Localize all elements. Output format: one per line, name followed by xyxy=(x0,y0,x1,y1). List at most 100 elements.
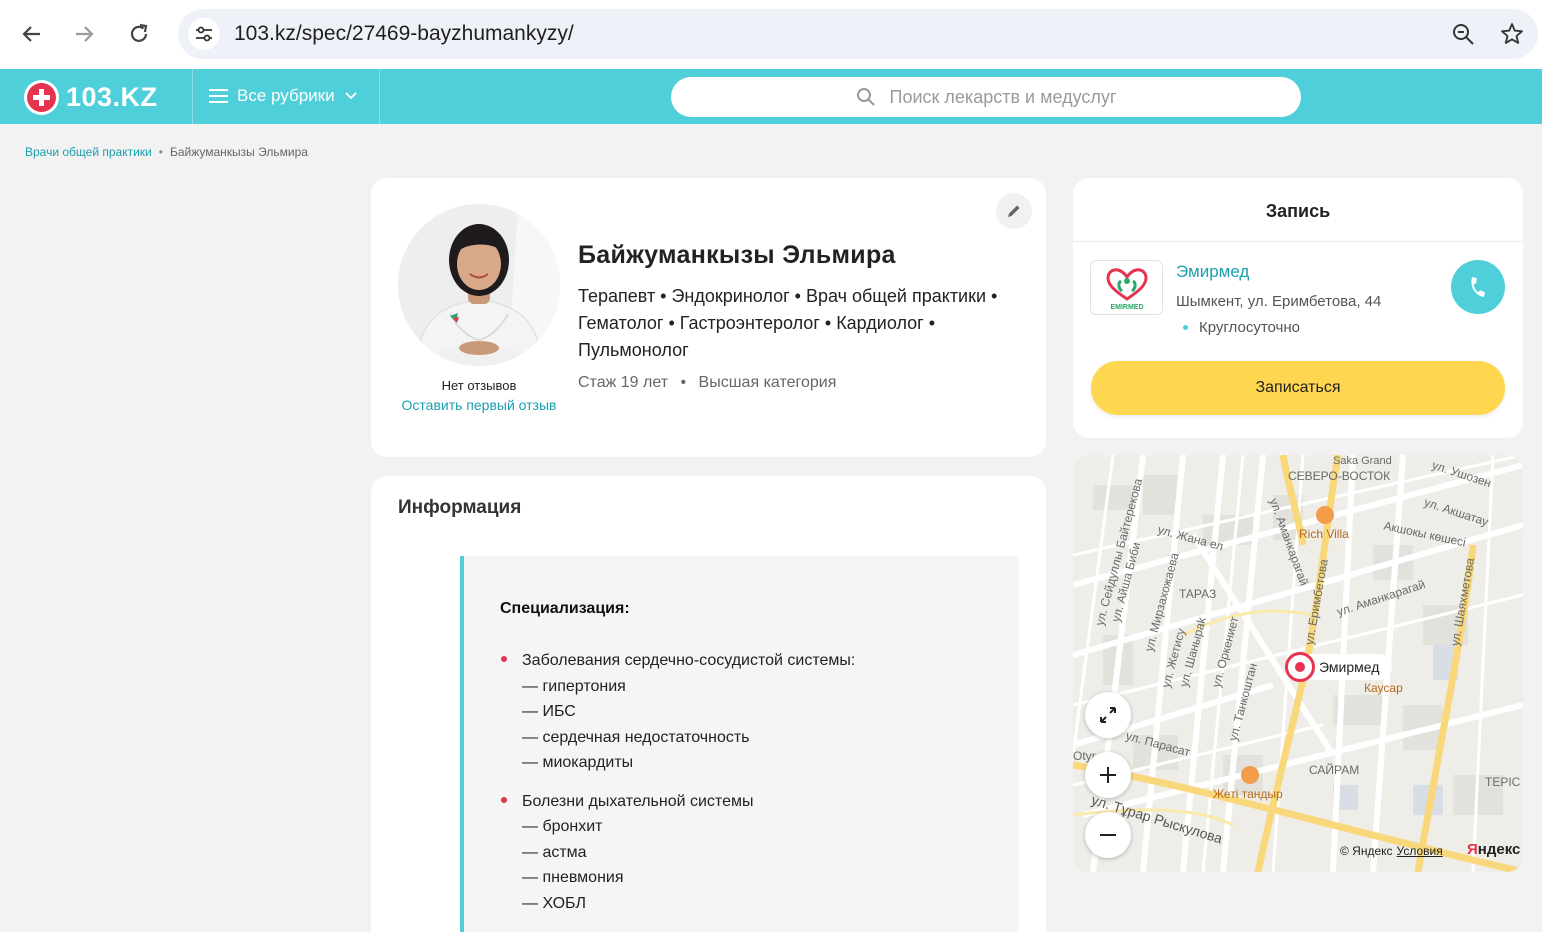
information-card: Информация Специализация: Заболевания се… xyxy=(371,476,1046,932)
booking-card: Запись EMIRMED Эмирмед Шымкент, ул. Ерим… xyxy=(1073,178,1523,438)
reload-icon xyxy=(130,23,148,42)
list-item: Болезни дыхательной системы — бронхит — … xyxy=(500,789,855,917)
red-cross-icon xyxy=(24,79,59,115)
bullet-icon xyxy=(501,796,507,803)
list-item-title: Заболевания сердечно-сосудистой системы: xyxy=(522,652,856,669)
site-settings-button[interactable] xyxy=(188,18,220,50)
booking-title: Запись xyxy=(1265,201,1331,221)
search-placeholder: Поиск лекарств и медуслуг xyxy=(889,86,1117,107)
clinic-logo[interactable]: EMIRMED xyxy=(1090,260,1163,315)
plus-icon xyxy=(1100,767,1116,783)
tune-icon xyxy=(196,26,212,42)
map-label: ТЕРІС xyxy=(1485,775,1521,789)
edit-button[interactable] xyxy=(996,193,1032,229)
menu-icon xyxy=(209,89,228,103)
map-label: Rich Villa xyxy=(1299,527,1349,541)
phone-icon xyxy=(1471,277,1485,297)
map-label: Жеті тандыр xyxy=(1213,787,1283,801)
breadcrumb-separator: • xyxy=(158,145,163,159)
reload-button[interactable] xyxy=(119,14,159,54)
yandex-logo-rest: ндекс xyxy=(1477,841,1521,858)
browser-toolbar: 103.kz/spec/27469-bayzhumankyzy/ xyxy=(0,0,1542,69)
url-text[interactable]: 103.kz/spec/27469-bayzhumankyzy/ xyxy=(234,22,574,46)
list-item: Заболевания сердечно-сосудистой системы:… xyxy=(500,648,855,776)
zoom-button[interactable] xyxy=(1450,21,1476,47)
clinic-address: Шымкент, ул. Еримбетова, 44 xyxy=(1176,293,1382,310)
experience-years: Стаж 19 лет xyxy=(578,374,669,391)
clinic-heart-logo: EMIRMED xyxy=(1106,268,1148,311)
list-subitem: — бронхит xyxy=(522,818,603,835)
bullet-icon xyxy=(501,656,507,662)
book-appointment-button[interactable]: Записаться xyxy=(1091,361,1505,415)
back-button[interactable] xyxy=(12,14,52,54)
map-label: Saka Grand xyxy=(1333,455,1392,467)
map-marker-label[interactable]: Эмирмед xyxy=(1303,654,1393,680)
map-label: Каусар xyxy=(1364,681,1403,695)
list-subitem: — миокардиты xyxy=(522,754,634,771)
doctor-experience: Стаж 19 лет • Высшая категория xyxy=(578,374,836,392)
clinic-hours: Круглосуточно xyxy=(1183,319,1300,336)
list-item-title: Болезни дыхательной системы xyxy=(522,792,754,810)
arrow-right-icon xyxy=(76,26,94,42)
map-marker-icon[interactable] xyxy=(1285,652,1315,682)
breadcrumb-link-gp[interactable]: Врачи общей практики xyxy=(25,145,152,159)
zoom-in-button[interactable] xyxy=(1085,752,1131,798)
doctor-profile-card: Нет отзывов Оставить первый отзыв Байжум… xyxy=(371,178,1046,457)
yandex-logo-first-letter: Я xyxy=(1467,841,1478,858)
list-subitem: — гипертония xyxy=(522,677,626,695)
doctor-specialties: Терапевт • Эндокринолог • Врач общей пра… xyxy=(578,286,998,360)
minus-icon xyxy=(1100,834,1116,836)
copyright-text: © Яндекс xyxy=(1340,844,1393,858)
list-subitem: — астма xyxy=(522,843,587,861)
divider xyxy=(1073,241,1523,242)
logo-text: 103.KZ xyxy=(66,81,158,112)
list-subitem: — сердечная недостаточность xyxy=(522,728,750,746)
information-title: Информация xyxy=(398,497,522,518)
specialization-block: Специализация: Заболевания сердечно-сосу… xyxy=(460,556,1019,932)
pencil-icon xyxy=(1008,205,1020,217)
hours-text: Круглосуточно xyxy=(1199,319,1300,336)
map-terms-link[interactable]: Условия xyxy=(1397,844,1443,858)
map-label: СЕВЕРО-ВОСТОК xyxy=(1288,469,1391,483)
leave-first-review-link[interactable]: Оставить первый отзыв xyxy=(398,396,560,414)
all-rubrics-menu[interactable]: Все рубрики xyxy=(209,86,358,106)
chevron-down-icon xyxy=(344,92,357,100)
arrow-left-icon xyxy=(22,26,40,42)
yandex-logo[interactable]: Яндекс xyxy=(1467,841,1520,858)
doctor-photo xyxy=(398,204,560,366)
fullscreen-button[interactable] xyxy=(1085,692,1131,738)
zoom-icon xyxy=(1453,24,1474,45)
expand-icon xyxy=(1100,707,1116,723)
doctor-name: Байжуманкызы Эльмира xyxy=(578,241,896,269)
search-input[interactable]: Поиск лекарств и медуслуг xyxy=(671,77,1301,117)
map-label: САЙРАМ xyxy=(1309,763,1360,777)
search-icon xyxy=(856,88,875,106)
map-label: ТАРАЗ xyxy=(1179,587,1217,601)
status-dot-icon xyxy=(1183,325,1188,330)
specialization-list: Заболевания сердечно-сосудистой системы:… xyxy=(500,648,855,929)
experience-separator: • xyxy=(680,374,687,391)
call-button[interactable] xyxy=(1451,260,1505,314)
forward-button[interactable] xyxy=(64,14,104,54)
bookmark-button[interactable] xyxy=(1499,21,1525,47)
breadcrumb: Врачи общей практики • Байжуманкызы Эльм… xyxy=(25,145,308,159)
zoom-out-button[interactable] xyxy=(1085,812,1131,858)
reviews-count: Нет отзывов xyxy=(441,378,517,393)
clinic-name-link[interactable]: Эмирмед xyxy=(1176,262,1249,282)
address-bar[interactable]: 103.kz/spec/27469-bayzhumankyzy/ xyxy=(178,9,1538,59)
doctor-category: Высшая категория xyxy=(698,374,837,391)
specialization-heading: Специализация: xyxy=(500,600,630,617)
clinic-logo-text: EMIRMED xyxy=(1110,304,1143,311)
list-subitem: — ХОБЛ xyxy=(522,894,587,912)
site-logo[interactable]: 103.KZ xyxy=(24,79,158,115)
breadcrumb-current: Байжуманкызы Эльмира xyxy=(169,145,308,159)
list-subitem: — ИБС xyxy=(522,703,576,720)
header-divider xyxy=(192,69,193,124)
rubrics-label: Все рубрики xyxy=(237,86,335,105)
list-subitem: — пневмония xyxy=(522,869,624,886)
star-icon xyxy=(1501,23,1523,44)
site-header: 103.KZ Все рубрики Поиск лекарств и меду… xyxy=(0,69,1542,124)
clinic-map[interactable]: Saka Grand СЕВЕРО-ВОСТОК ул. Ушозен ул. … xyxy=(1073,455,1523,872)
map-copyright: © Яндекс Условия xyxy=(1340,844,1443,858)
header-divider xyxy=(379,69,380,124)
